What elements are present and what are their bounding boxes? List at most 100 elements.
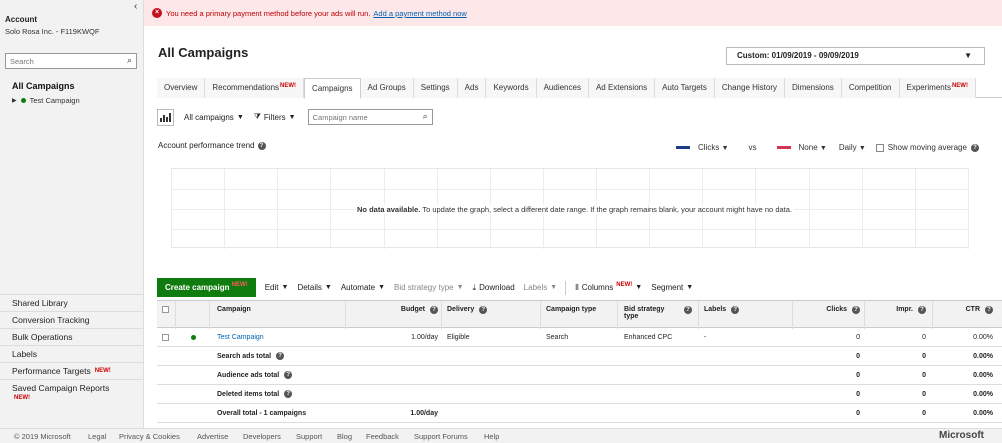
select-all-checkbox[interactable] [162,301,169,327]
caret-down-icon: ▼ [324,284,332,291]
help-icon[interactable]: ? [918,306,926,314]
help-icon[interactable]: ? [479,306,488,314]
error-icon: × [152,8,162,18]
help-icon[interactable]: ? [684,306,692,314]
campaign-filter-dropdown[interactable]: All campaigns ▼ [184,113,244,122]
tab-recommendations[interactable]: RecommendationsNEW! [205,78,305,98]
col-ctr[interactable]: CTR? [932,301,993,327]
graph-gridline [171,189,969,190]
tab-label: Dimensions [792,83,834,92]
footer-link-feedback[interactable]: Feedback [366,432,399,441]
tab-label: Overview [164,83,198,92]
download-button[interactable]: ⤓ Download [473,283,515,293]
tab-change-history[interactable]: Change History [714,78,786,98]
bid-strategy-dropdown[interactable]: Bid strategy type ▼ [394,283,464,292]
col-budget[interactable]: Budget? [345,301,438,327]
help-icon[interactable]: ? [430,306,438,314]
columns-dropdown[interactable]: ⦀ Columns NEW! ▼ [575,282,642,293]
footer-link-developers[interactable]: Developers [243,432,281,441]
col-bid-strategy[interactable]: Bid strategy type [624,301,664,327]
help-icon[interactable]: ? [985,306,993,314]
tab-experiments[interactable]: ExperimentsNEW! [899,78,976,98]
tab-label: Competition [848,83,892,92]
help-icon[interactable]: ? [257,141,266,150]
help-icon[interactable]: ? [970,143,979,152]
sidebar-link-shared-library[interactable]: Shared Library [0,294,143,311]
filters-dropdown[interactable]: ⧩ Filters ▼ [254,112,296,122]
create-campaign-button[interactable]: Create campaign NEW! [157,278,256,297]
total-impr: 0 [922,390,926,398]
help-icon[interactable]: ? [284,390,293,398]
help-icon[interactable]: ? [852,306,860,314]
add-payment-link[interactable]: Add a payment method now [373,9,466,18]
tab-campaigns[interactable]: Campaigns [304,78,361,99]
tab-ad-extensions[interactable]: Ad Extensions [588,78,656,98]
expand-triangle-icon[interactable]: ▶ [12,97,17,104]
sidebar-campaign-item[interactable]: ▶ Test Campaign [12,96,80,105]
campaign-search-input[interactable] [308,110,417,124]
help-icon[interactable]: ? [684,301,692,327]
row-budget[interactable]: 1.00/day [345,328,438,346]
tab-audiences[interactable]: Audiences [536,78,589,98]
sidebar-link-saved-campaign-reports[interactable]: Saved Campaign Reports NEW! [0,379,143,407]
tab-settings[interactable]: Settings [413,78,458,98]
col-delivery[interactable]: Delivery? [447,301,488,327]
total-ctr: 0.00% [973,371,993,379]
col-impr[interactable]: Impr.? [864,301,926,327]
details-dropdown[interactable]: Details ▼ [297,283,331,292]
footer: © 2019 Microsoft Legal Privacy & Cookies… [0,428,1002,443]
sidebar-link-conversion-tracking[interactable]: Conversion Tracking [0,311,143,328]
sidebar-link-labels[interactable]: Labels [0,345,143,362]
granularity-dropdown[interactable]: Daily ▼ [839,143,866,152]
tab-dimensions[interactable]: Dimensions [785,78,842,98]
date-range-select[interactable]: Custom: 01/09/2019 - 09/09/2019 ▼ [726,47,985,65]
help-icon[interactable]: ? [276,352,285,360]
footer-link-blog[interactable]: Blog [337,432,352,441]
tab-keywords[interactable]: Keywords [486,78,537,98]
col-campaign[interactable]: Campaign [217,301,251,327]
sidebar-search-input[interactable] [6,54,118,68]
metric1-dropdown[interactable]: Clicks ▼ [698,143,729,152]
tab-ads[interactable]: Ads [457,78,487,98]
help-icon[interactable]: ? [731,306,740,314]
footer-link-legal[interactable]: Legal [88,432,106,441]
row-delivery: Eligible [447,333,470,341]
tab-overview[interactable]: Overview [157,78,206,98]
col-campaign-type[interactable]: Campaign type [546,301,596,327]
footer-link-privacy[interactable]: Privacy & Cookies [119,432,180,441]
footer-link-advertise[interactable]: Advertise [197,432,228,441]
footer-link-support-forums[interactable]: Support Forums [414,432,468,441]
moving-average-label: Show moving average [887,143,967,152]
metric2-dropdown[interactable]: None ▼ [799,143,827,152]
footer-link-help[interactable]: Help [484,432,499,441]
graph-gridline [171,229,969,230]
col-labels[interactable]: Labels? [704,301,740,327]
search-icon[interactable]: ⌕ [127,55,132,66]
footer-link-support[interactable]: Support [296,432,322,441]
columns-label: Columns [581,283,614,292]
moving-average-toggle[interactable]: Show moving average? [875,143,979,152]
search-icon[interactable]: ⌕ [423,111,428,122]
sidebar-link-bulk-operations[interactable]: Bulk Operations [0,328,143,345]
moving-average-checkbox[interactable] [875,143,884,152]
total-impr: 0 [922,371,926,379]
tab-competition[interactable]: Competition [841,78,900,98]
tab-ad-groups[interactable]: Ad Groups [360,78,414,98]
help-icon[interactable]: ? [284,371,293,379]
segment-dropdown[interactable]: Segment ▼ [651,283,693,292]
page-title: All Campaigns [158,45,249,60]
collapse-sidebar-icon[interactable]: ‹ [134,1,137,12]
col-clicks[interactable]: Clicks? [792,301,860,327]
tab-auto-targets[interactable]: Auto Targets [655,78,715,98]
chart-toggle-icon[interactable] [157,108,174,126]
download-label: Download [479,283,515,292]
sidebar-link-performance-targets[interactable]: Performance Targets NEW! [0,362,143,379]
row-checkbox[interactable] [162,328,169,346]
account-name[interactable]: Solo Rosa Inc. - F119KWQF [5,27,99,36]
campaign-link[interactable]: Test Campaign [217,334,264,341]
labels-dropdown[interactable]: Labels ▼ [524,283,558,292]
tab-label: Campaigns [312,84,353,93]
automate-dropdown[interactable]: Automate ▼ [341,283,385,292]
sidebar-all-campaigns[interactable]: All Campaigns [12,81,75,91]
edit-dropdown[interactable]: Edit ▼ [265,283,289,292]
